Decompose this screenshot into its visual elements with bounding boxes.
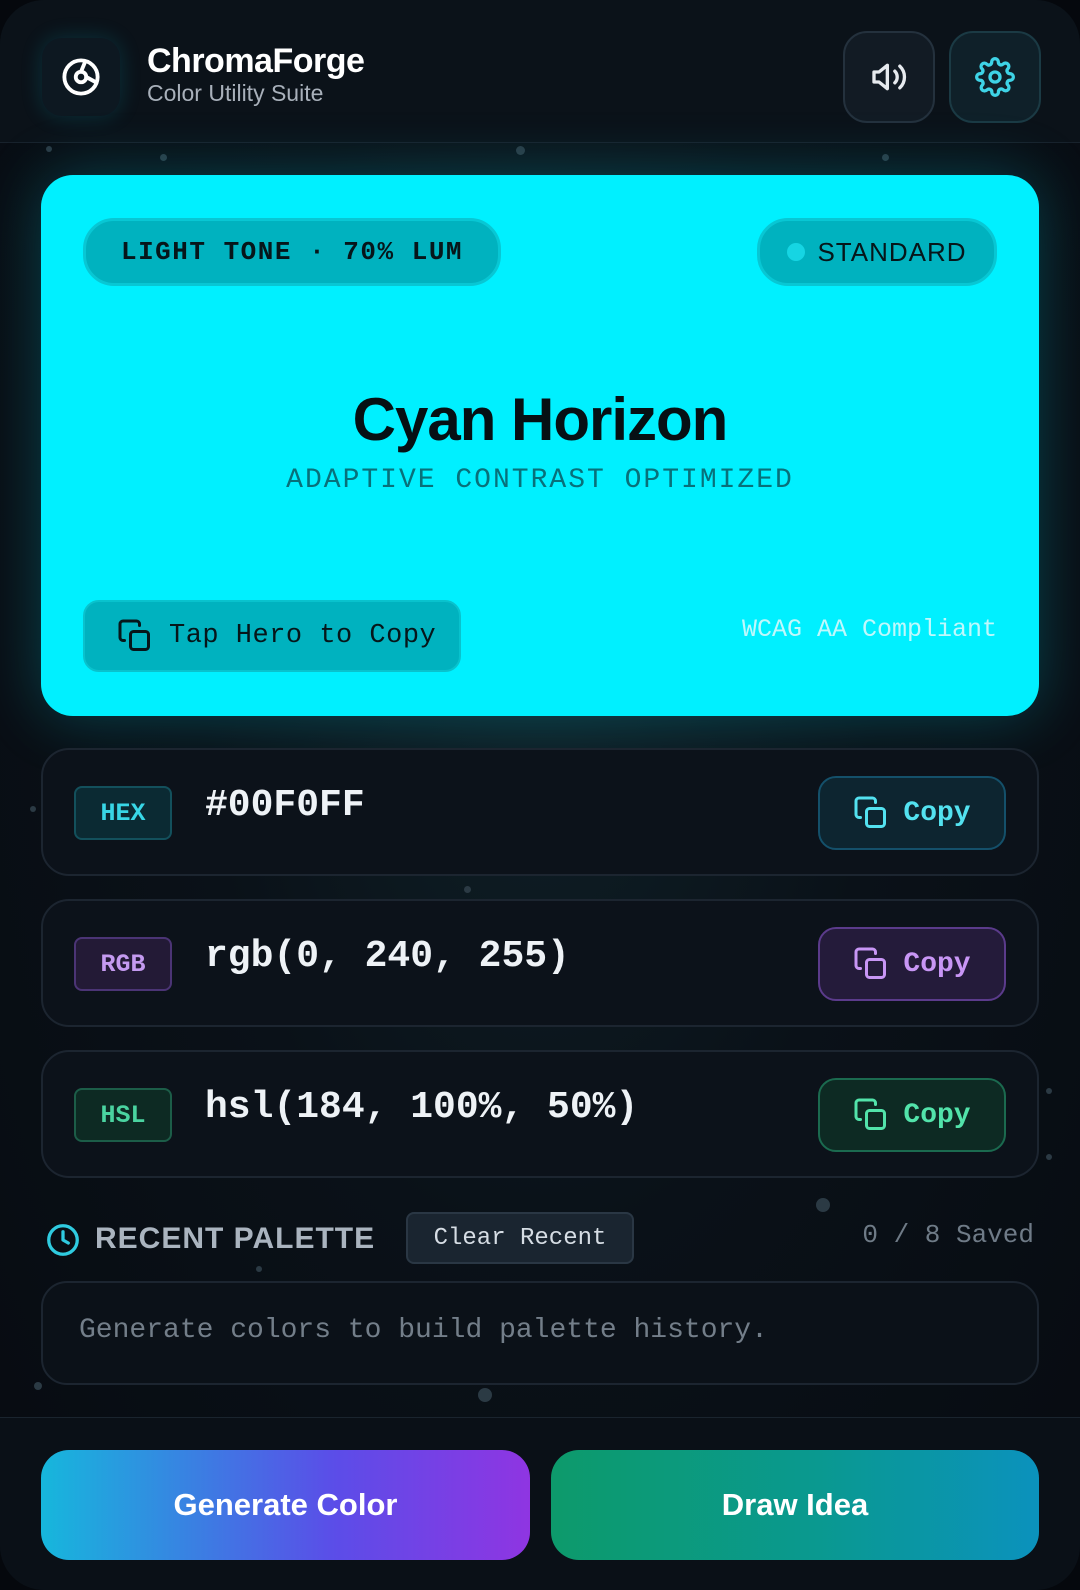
settings-button[interactable] [949, 31, 1041, 123]
app-subtitle: Color Utility Suite [147, 80, 324, 106]
bg-particle [478, 1388, 492, 1402]
hero-tagline: ADAPTIVE CONTRAST OPTIMIZED [286, 465, 794, 496]
palette-history: Generate colors to build palette history… [41, 1281, 1039, 1385]
rgb-value: rgb(0, 240, 255) [205, 935, 570, 978]
copy-hex-label: Copy [903, 797, 971, 829]
generate-color-button[interactable]: Generate Color [41, 1450, 530, 1560]
bg-particle [256, 1266, 262, 1272]
status-dot [787, 243, 806, 261]
bg-particle [882, 154, 889, 161]
bg-particle [46, 146, 52, 152]
copy-rgb-label: Copy [903, 948, 971, 980]
speaker-icon [872, 63, 907, 91]
copy-icon [854, 1098, 887, 1130]
hsl-value: hsl(184, 100%, 50%) [205, 1086, 639, 1129]
hex-value: #00F0FF [205, 784, 365, 827]
mode-badge-label: STANDARD [817, 236, 967, 267]
hsl-row: HSL hsl(184, 100%, 50%) Copy [41, 1050, 1039, 1178]
copy-icon [118, 619, 150, 651]
copy-hero-label: Tap Hero to Copy [169, 621, 437, 651]
wcag-compliance: WCAG AA Compliant [741, 615, 997, 644]
rgb-tag: RGB [74, 937, 172, 991]
gear-icon [975, 57, 1015, 97]
action-footer: Generate Color Draw Idea [0, 1417, 1080, 1590]
hex-row: HEX #00F0FF Copy [41, 748, 1039, 876]
copy-hsl-label: Copy [903, 1099, 971, 1131]
color-hero-card[interactable]: LIGHT TONE · 70% LUM STANDARD Cyan Horiz… [41, 175, 1039, 716]
bg-particle [816, 1198, 830, 1212]
color-name: Cyan Horizon [352, 386, 729, 453]
clock-icon [45, 1222, 81, 1263]
copy-hsl-button[interactable]: Copy [818, 1078, 1006, 1152]
saved-count: 0 / 8 Saved [862, 1220, 1034, 1250]
hex-tag: HEX [74, 786, 172, 840]
tone-badge: LIGHT TONE · 70% LUM [83, 218, 501, 286]
aperture-icon [42, 38, 120, 116]
hsl-tag: HSL [74, 1088, 172, 1142]
rgb-row: RGB rgb(0, 240, 255) Copy [41, 899, 1039, 1027]
copy-hero-button[interactable]: Tap Hero to Copy [83, 600, 461, 672]
sound-button[interactable] [843, 31, 935, 123]
clear-recent-button[interactable]: Clear Recent [406, 1212, 634, 1264]
bg-particle [464, 886, 471, 893]
bg-particle [1046, 1088, 1052, 1094]
bg-particle [160, 154, 167, 161]
copy-icon [854, 947, 887, 979]
bg-particle [34, 1382, 42, 1390]
copy-icon [854, 796, 887, 828]
mode-badge: STANDARD [757, 218, 997, 286]
app-window: ChromaForge Color Utility Suite LIGHT TO… [0, 0, 1080, 1590]
bg-particle [1046, 1154, 1052, 1160]
copy-hex-button[interactable]: Copy [818, 776, 1006, 850]
copy-rgb-button[interactable]: Copy [818, 927, 1006, 1001]
app-header: ChromaForge Color Utility Suite [0, 0, 1080, 143]
bg-particle [516, 146, 525, 155]
bg-particle [30, 806, 36, 812]
history-empty-message: Generate colors to build palette history… [79, 1315, 768, 1346]
recent-palette-title: RECENT PALETTE [95, 1222, 376, 1255]
app-title: ChromaForge [147, 42, 365, 80]
draw-idea-button[interactable]: Draw Idea [551, 1450, 1039, 1560]
